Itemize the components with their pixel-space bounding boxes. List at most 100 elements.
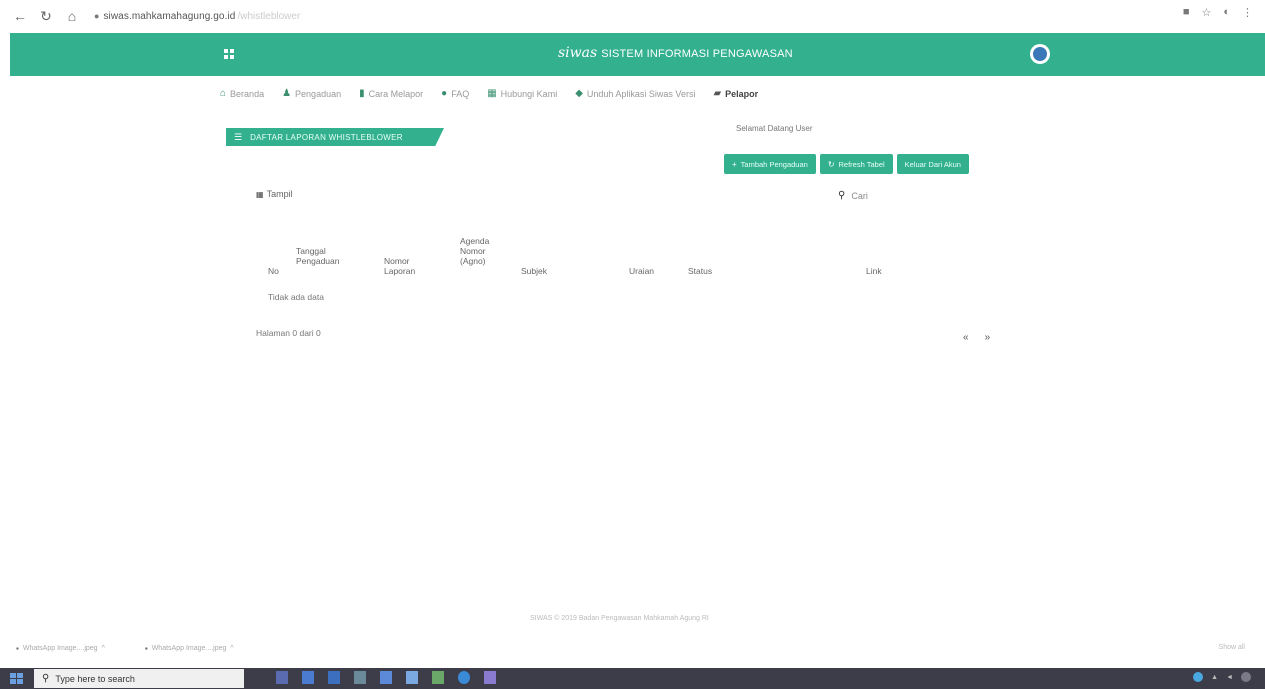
app-icon[interactable] — [380, 671, 392, 684]
app-icon[interactable] — [302, 671, 314, 684]
screen: ← ↻ ⌂ ● siwas.mahkamahagung.go.id /whist… — [0, 0, 1265, 689]
nav-label: FAQ — [451, 88, 470, 99]
download-bar: ▪ WhatsApp Image....jpeg ^ ▪ WhatsApp Im… — [0, 636, 1265, 660]
nav-item-cara-melapor[interactable]: ▮ Cara Melapor — [359, 88, 423, 99]
app-title: siwas SISTEM INFORMASI PENGAWASAN — [558, 45, 793, 61]
extension-icon[interactable]: ■ — [1183, 6, 1190, 19]
app-header: siwas SISTEM INFORMASI PENGAWASAN — [10, 33, 1265, 76]
book-icon: ▮ — [359, 88, 365, 99]
app-name: SISTEM INFORMASI PENGAWASAN — [601, 48, 793, 60]
refresh-icon: ↻ — [827, 159, 835, 169]
chevron-up-icon[interactable]: ^ — [102, 645, 105, 652]
table-page-info: Halaman 0 dari 0 — [256, 328, 321, 338]
refresh-table-button[interactable]: ↻ Refresh Tabel — [819, 154, 893, 174]
button-label: Tambah Pengaduan — [740, 159, 808, 169]
folder-icon: ▰ — [713, 88, 722, 99]
nav-item-beranda[interactable]: ⌂ Beranda — [220, 88, 264, 99]
task-view-icon[interactable] — [276, 671, 288, 684]
next-page-button[interactable]: » — [985, 332, 991, 343]
prev-page-button[interactable]: « — [963, 332, 969, 343]
page-footer: SIWAS © 2019 Badan Pengawasan Mahkamah A… — [530, 615, 709, 622]
app-icon[interactable] — [406, 671, 418, 684]
home-icon[interactable]: ⌂ — [62, 6, 82, 26]
browser-actions: ■ ☆ ◐ ⋮ — [1183, 6, 1253, 19]
taskbar-search[interactable]: ⚲ Type here to search — [34, 669, 244, 688]
browser-toolbar: ← ↻ ⌂ ● siwas.mahkamahagung.go.id /whist… — [0, 0, 1265, 32]
button-label: Keluar Dari Akun — [904, 159, 961, 169]
grid-menu-icon[interactable] — [224, 49, 234, 59]
image-file-icon: ▪ — [144, 643, 148, 653]
nav-label: Hubungi Kami — [500, 88, 558, 99]
star-icon[interactable]: ☆ — [1201, 6, 1211, 19]
nav-label: Pelapor — [725, 88, 759, 99]
user-avatar-icon[interactable] — [1030, 44, 1050, 64]
home-icon: ⌂ — [220, 88, 227, 99]
taskbar-search-placeholder: Type here to search — [55, 673, 135, 684]
col-header-link[interactable]: Link — [866, 266, 882, 276]
nav-item-pengaduan[interactable]: ♟ Pengaduan — [282, 88, 341, 99]
col-header-status[interactable]: Status — [688, 266, 712, 276]
add-complaint-button[interactable]: + Tambah Pengaduan — [724, 154, 816, 174]
building-icon: ▦ — [487, 88, 497, 99]
nav-item-pelapor[interactable]: ▰ Pelapor — [713, 88, 758, 99]
notifications-icon[interactable] — [1241, 672, 1251, 682]
pagination: « » — [963, 332, 990, 343]
list-icon: ▦ — [256, 189, 264, 199]
reload-icon[interactable]: ↻ — [36, 6, 56, 26]
top-nav: ⌂ Beranda ♟ Pengaduan ▮ Cara Melapor ● F… — [220, 88, 758, 99]
col-header-subjek[interactable]: Subjek — [521, 266, 547, 276]
nav-item-faq[interactable]: ● FAQ — [441, 88, 469, 99]
download-item[interactable]: ▪ WhatsApp Image....jpeg ^ — [145, 644, 234, 653]
search-icon: ⚲ — [42, 673, 50, 684]
address-bar[interactable]: siwas.mahkamahagung.go.id — [103, 11, 235, 22]
windows-start-icon[interactable] — [8, 671, 26, 686]
windows-taskbar: ⚲ Type here to search ▲ ◄ — [0, 668, 1265, 689]
nav-item-hubungi-kami[interactable]: ▦ Hubungi Kami — [487, 88, 557, 99]
table-empty-message: Tidak ada data — [268, 292, 324, 302]
app-icon[interactable] — [432, 671, 444, 684]
tray-app-icon[interactable] — [1193, 672, 1204, 682]
app-icon[interactable] — [484, 671, 496, 684]
download-item[interactable]: ▪ WhatsApp Image....jpeg ^ — [16, 644, 105, 653]
col-header-nomor[interactable]: Nomor Laporan — [384, 256, 424, 276]
menu-dots-icon[interactable]: ⋮ — [1242, 6, 1253, 19]
question-icon: ● — [441, 88, 448, 99]
table-search[interactable]: ⚲ Cari — [838, 190, 868, 201]
nav-label: Unduh Aplikasi Siwas Versi — [586, 88, 696, 99]
siwas-logo: siwas — [558, 45, 598, 61]
android-icon: ◆ — [575, 88, 583, 99]
panel-title: DAFTAR LAPORAN WHISTLEBLOWER — [250, 132, 403, 142]
lock-icon: ● — [94, 11, 100, 21]
nav-item-unduh-aplikasi[interactable]: ◆ Unduh Aplikasi Siwas Versi — [575, 88, 695, 99]
address-bar-path: /whistleblower — [237, 10, 301, 22]
col-header-tanggal[interactable]: Tanggal Pengaduan — [296, 246, 344, 266]
download-label: WhatsApp Image....jpeg — [151, 644, 227, 652]
users-icon: ♟ — [282, 88, 292, 99]
network-icon[interactable]: ▲ — [1211, 674, 1218, 681]
col-header-no[interactable]: No — [268, 266, 279, 276]
show-all-downloads[interactable]: Show all — [1219, 644, 1245, 651]
action-buttons: + Tambah Pengaduan ↻ Refresh Tabel Kelua… — [724, 154, 969, 174]
download-label: WhatsApp Image....jpeg — [22, 644, 98, 652]
logout-button[interactable]: Keluar Dari Akun — [896, 154, 969, 174]
store-icon[interactable] — [354, 671, 366, 684]
browser-app-icon[interactable] — [458, 671, 470, 684]
col-header-agenda[interactable]: Agenda Nomor (Agno) — [460, 236, 506, 266]
col-header-uraian[interactable]: Uraian — [629, 266, 654, 276]
app-icon[interactable] — [328, 671, 340, 684]
nav-label: Beranda — [230, 88, 265, 99]
image-file-icon: ▪ — [16, 643, 19, 653]
volume-icon[interactable]: ◄ — [1226, 674, 1233, 681]
page-length-control[interactable]: ▦ Tampil — [256, 189, 293, 199]
page-length-label: Tampil — [266, 189, 293, 199]
search-input[interactable]: Cari — [851, 191, 868, 201]
search-icon: ⚲ — [838, 190, 846, 201]
profile-icon[interactable]: ◐ — [1223, 6, 1230, 19]
panel-title-ribbon: ☰ DAFTAR LAPORAN WHISTLEBLOWER — [226, 128, 444, 146]
welcome-text: Selamat Datang User — [736, 124, 813, 133]
nav-label: Cara Melapor — [368, 88, 424, 99]
list-icon: ☰ — [234, 131, 243, 142]
taskbar-apps — [276, 671, 496, 684]
back-arrow-icon[interactable]: ← — [10, 6, 30, 26]
chevron-up-icon[interactable]: ^ — [230, 645, 233, 652]
